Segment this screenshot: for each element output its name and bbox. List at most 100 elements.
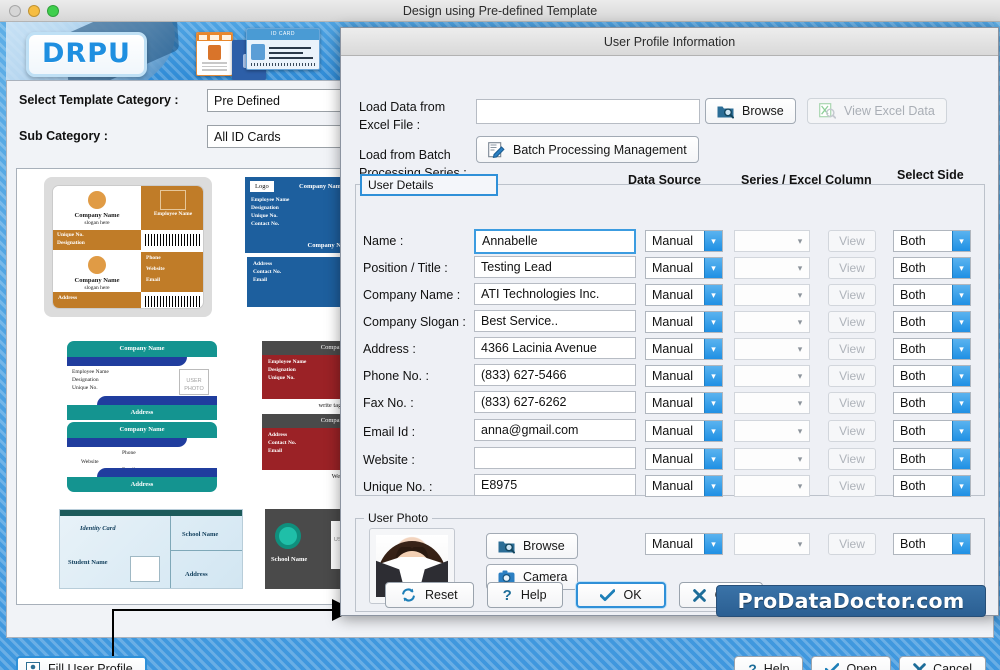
view-button-email-id[interactable]: View — [828, 420, 876, 442]
field-label-fax-no: Fax No. : — [363, 396, 414, 410]
template-title: Identity Card — [80, 524, 116, 533]
select-side-company-slogan[interactable]: Both ▾ — [893, 311, 971, 333]
website-input[interactable] — [474, 447, 636, 469]
view-button-company-name[interactable]: View — [828, 284, 876, 306]
series-select-address[interactable]: ▾ — [734, 338, 810, 360]
select-side-website[interactable]: Both ▾ — [893, 448, 971, 470]
list-item[interactable]: Identity Card School Name Student Name A… — [59, 509, 243, 589]
unique-no-input[interactable]: E8975 — [474, 474, 636, 496]
data-source-select-name[interactable]: Manual ▾ — [645, 230, 723, 252]
data-source-value: Manual — [646, 452, 704, 466]
chevron-down-icon: ▾ — [791, 534, 809, 554]
data-source-select-company-name[interactable]: Manual ▾ — [645, 284, 723, 306]
select-side-user-photo[interactable]: Both ▾ — [893, 533, 971, 555]
select-side-value: Both — [894, 234, 952, 248]
chevron-down-icon: ▾ — [704, 366, 722, 386]
excel-browse-button[interactable]: Browse — [705, 98, 796, 124]
select-side-email-id[interactable]: Both ▾ — [893, 420, 971, 442]
company-slogan-input[interactable]: Best Service.. — [474, 310, 636, 332]
template-phone: Phone — [122, 450, 136, 458]
select-side-value: Both — [894, 424, 952, 438]
series-select-name[interactable]: ▾ — [734, 230, 810, 252]
reset-button[interactable]: Reset — [385, 582, 474, 608]
data-source-value: Manual — [646, 479, 704, 493]
field-label-phone-no: Phone No. : — [363, 369, 429, 383]
template-slogan: slogan here — [53, 220, 141, 228]
template-company-name-back: Company Name — [53, 276, 141, 285]
data-source-value: Manual — [646, 424, 704, 438]
select-side-name[interactable]: Both ▾ — [893, 230, 971, 252]
view-button-address[interactable]: View — [828, 338, 876, 360]
select-side-position[interactable]: Both ▾ — [893, 257, 971, 279]
view-button-position[interactable]: View — [828, 257, 876, 279]
view-button-unique-no[interactable]: View — [828, 475, 876, 497]
series-select-user-photo[interactable]: ▾ — [734, 533, 810, 555]
view-button-website[interactable]: View — [828, 448, 876, 470]
position-input[interactable]: Testing Lead — [474, 256, 636, 278]
view-button-user-photo[interactable]: View — [828, 533, 876, 555]
series-select-email-id[interactable]: ▾ — [734, 420, 810, 442]
select-side-address[interactable]: Both ▾ — [893, 338, 971, 360]
fill-user-profile-button[interactable]: Fill User Profile — [16, 656, 147, 670]
series-select-website[interactable]: ▾ — [734, 448, 810, 470]
view-excel-data-button[interactable]: View Excel Data — [807, 98, 947, 124]
data-source-select-phone-no[interactable]: Manual ▾ — [645, 365, 723, 387]
template-phone: Phone — [146, 255, 200, 263]
series-select-position[interactable]: ▾ — [734, 257, 810, 279]
excel-browse-label: Browse — [742, 104, 784, 118]
cancel-button[interactable]: Cancel — [899, 656, 986, 670]
series-select-company-slogan[interactable]: ▾ — [734, 311, 810, 333]
application-window: Design using Pre-defined Template ID CAR… — [0, 0, 1000, 670]
series-select-fax-no[interactable]: ▾ — [734, 392, 810, 414]
data-source-value: Manual — [646, 396, 704, 410]
company-name-input[interactable]: ATI Technologies Inc. — [474, 283, 636, 305]
chevron-down-icon: ▾ — [704, 421, 722, 441]
chevron-down-icon: ▾ — [704, 339, 722, 359]
series-select-company-name[interactable]: ▾ — [734, 284, 810, 306]
excel-file-path-input[interactable] — [476, 99, 700, 124]
data-source-select-website[interactable]: Manual ▾ — [645, 448, 723, 470]
open-button[interactable]: Open — [811, 656, 891, 670]
user-profile-dialog: User Profile Information Load Data from … — [340, 27, 999, 616]
photo-browse-button[interactable]: Browse — [486, 533, 578, 559]
select-side-unique-no[interactable]: Both ▾ — [893, 475, 971, 497]
data-source-select-fax-no[interactable]: Manual ▾ — [645, 392, 723, 414]
data-source-value: Manual — [646, 315, 704, 329]
data-source-select-user-photo[interactable]: Manual ▾ — [645, 533, 723, 555]
email-id-input[interactable]: anna@gmail.com — [474, 419, 636, 441]
batch-processing-management-button[interactable]: Batch Processing Management — [476, 136, 699, 163]
dialog-help-button[interactable]: ? Help — [487, 582, 563, 608]
window-title: Design using Pre-defined Template — [0, 4, 1000, 18]
chevron-down-icon: ▾ — [952, 393, 970, 413]
data-source-value: Manual — [646, 261, 704, 275]
view-button-name[interactable]: View — [828, 230, 876, 252]
data-source-select-position[interactable]: Manual ▾ — [645, 257, 723, 279]
list-item[interactable]: Company Name slogan here Employee Name U… — [44, 177, 212, 317]
view-button-company-slogan[interactable]: View — [828, 311, 876, 333]
template-unique-no: Unique No. — [251, 213, 289, 221]
data-source-select-company-slogan[interactable]: Manual ▾ — [645, 311, 723, 333]
series-select-unique-no[interactable]: ▾ — [734, 475, 810, 497]
select-side-phone-no[interactable]: Both ▾ — [893, 365, 971, 387]
column-header-select-side: Select Side — [897, 168, 964, 182]
user-details-group-caption: User Details — [360, 174, 498, 196]
cancel-button-label: Cancel — [933, 662, 972, 670]
fax-no-input[interactable]: (833) 627-6262 — [474, 391, 636, 413]
data-source-select-address[interactable]: Manual ▾ — [645, 338, 723, 360]
select-side-company-name[interactable]: Both ▾ — [893, 284, 971, 306]
window-action-buttons: ? Help Open Cancel — [734, 656, 986, 670]
select-side-fax-no[interactable]: Both ▾ — [893, 392, 971, 414]
view-button-phone-no[interactable]: View — [828, 365, 876, 387]
help-button[interactable]: ? Help — [734, 656, 803, 670]
user-card-icon — [26, 662, 40, 670]
data-source-select-unique-no[interactable]: Manual ▾ — [645, 475, 723, 497]
name-input[interactable]: Annabelle — [474, 229, 636, 254]
watermark-banner: ProDataDoctor.com — [716, 585, 986, 617]
data-source-select-email-id[interactable]: Manual ▾ — [645, 420, 723, 442]
ok-button[interactable]: OK — [576, 582, 666, 608]
view-button-fax-no[interactable]: View — [828, 392, 876, 414]
address-input[interactable]: 4366 Lacinia Avenue — [474, 337, 636, 359]
series-select-phone-no[interactable]: ▾ — [734, 365, 810, 387]
list-item[interactable]: Company Name Employee Name Designation U… — [67, 341, 217, 483]
phone-no-input[interactable]: (833) 627-5466 — [474, 364, 636, 386]
